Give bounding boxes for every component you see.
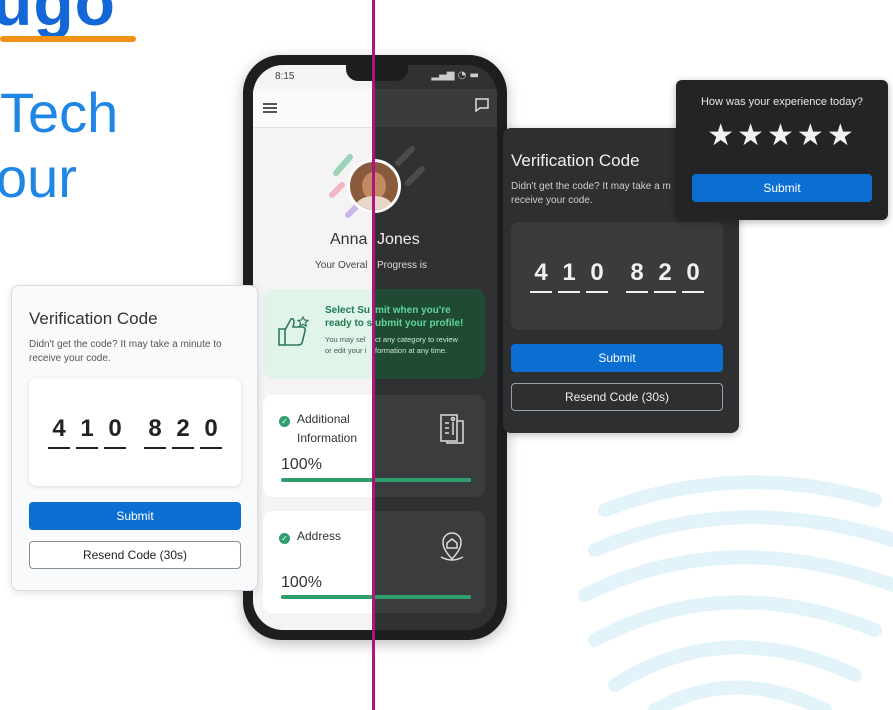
banner-heading-left-1: Select Su <box>325 305 371 316</box>
code-digit: 0 <box>104 415 126 449</box>
code-digit: 1 <box>76 415 98 449</box>
thumbs-up-icon <box>275 315 311 352</box>
code-digit: 2 <box>172 415 194 449</box>
card-1-progress-fill <box>281 478 471 482</box>
check-circle-icon: ✓ <box>279 416 290 427</box>
resend-code-button[interactable]: Resend Code (30s) <box>29 541 241 569</box>
code-group-right: 8 2 0 <box>626 259 704 293</box>
card-1-label-line-2: Information <box>297 431 358 445</box>
code-digit: 8 <box>626 259 648 293</box>
banner-body-left-1: You may sel <box>325 335 366 344</box>
phone-mockup: 8:15 ▂▄▆ ◔ ▬ Anna Jones Your Overal Prog… <box>243 55 507 640</box>
hero-line-2: our <box>0 146 77 209</box>
verification-title: Verification Code <box>511 151 640 170</box>
code-digit: 0 <box>682 259 704 293</box>
code-group-left: 4 1 0 <box>48 415 126 449</box>
rating-submit-button[interactable]: Submit <box>692 174 872 202</box>
fingerprint-decoration <box>575 470 893 710</box>
card-2-percent: 100% <box>281 574 322 591</box>
submit-button[interactable]: Submit <box>29 502 241 530</box>
rating-question: How was your experience today? <box>700 96 864 108</box>
location-pin-icon <box>435 529 469 568</box>
verification-subtitle-1: Didn't get the code? It may take a m <box>511 181 671 192</box>
banner-heading-right-1: mit when you're <box>375 305 451 316</box>
banner-dark <box>374 289 485 379</box>
star-rating[interactable]: ★★★★★ <box>676 118 888 153</box>
progress-label-right: Progress is <box>377 260 428 271</box>
code-digit: 4 <box>48 415 70 449</box>
banner-body-right-2: formation at any time. <box>375 346 448 355</box>
phone-screen: 8:15 ▂▄▆ ◔ ▬ Anna Jones Your Overal Prog… <box>253 65 497 630</box>
code-digit: 0 <box>586 259 608 293</box>
theme-split-divider <box>372 0 375 710</box>
code-digit: 0 <box>200 415 222 449</box>
hero-underline <box>0 36 136 42</box>
profile-last-name: Jones <box>377 231 420 248</box>
card-1-label-line-1: Additional <box>297 412 350 426</box>
code-display: 4 1 0 8 2 0 <box>29 378 241 486</box>
verification-subtitle-2: receive your code. <box>29 353 111 364</box>
chat-icon[interactable] <box>475 98 489 117</box>
card-2-progress-fill <box>281 595 471 599</box>
banner-heading-right-2: ubmit your profile! <box>375 318 464 329</box>
banner-heading-left-2: ready to s <box>325 318 373 329</box>
banner-body-right-1: ct any category to review <box>375 335 458 344</box>
status-time: 8:15 <box>275 71 295 82</box>
profile-first-name: Anna <box>330 231 368 248</box>
verification-subtitle-1: Didn't get the code? It may take a minut… <box>29 339 222 350</box>
card-2-label: Address <box>297 529 342 543</box>
hamburger-menu-icon[interactable] <box>263 101 277 119</box>
status-icons: ▂▄▆ ◔ ▬ <box>431 70 479 81</box>
verification-card-light: Verification Code Didn't get the code? I… <box>11 285 258 591</box>
hero-line-1: Tech <box>0 81 119 144</box>
phone-notch <box>346 65 408 81</box>
submit-button[interactable]: Submit <box>511 344 723 372</box>
hero-word-fragment: ugo <box>0 0 116 39</box>
code-digit: 1 <box>558 259 580 293</box>
banner-body-left-2: or edit your i <box>325 346 367 355</box>
resend-code-button[interactable]: Resend Code (30s) <box>511 383 723 411</box>
card-2-progress-track <box>281 595 471 599</box>
rating-card: How was your experience today? ★★★★★ Sub… <box>676 80 888 220</box>
code-display: 4 1 0 8 2 0 <box>511 222 723 330</box>
check-circle-icon: ✓ <box>279 533 290 544</box>
verification-title: Verification Code <box>29 309 158 328</box>
code-digit: 4 <box>530 259 552 293</box>
document-icon <box>435 411 469 450</box>
verification-subtitle-2: receive your code. <box>511 195 593 206</box>
code-digit: 8 <box>144 415 166 449</box>
code-group-left: 4 1 0 <box>530 259 608 293</box>
card-1-progress-track <box>281 478 471 482</box>
code-group-right: 8 2 0 <box>144 415 222 449</box>
code-digit: 2 <box>654 259 676 293</box>
card-1-percent: 100% <box>281 456 322 473</box>
progress-label-left: Your Overal <box>315 260 368 271</box>
